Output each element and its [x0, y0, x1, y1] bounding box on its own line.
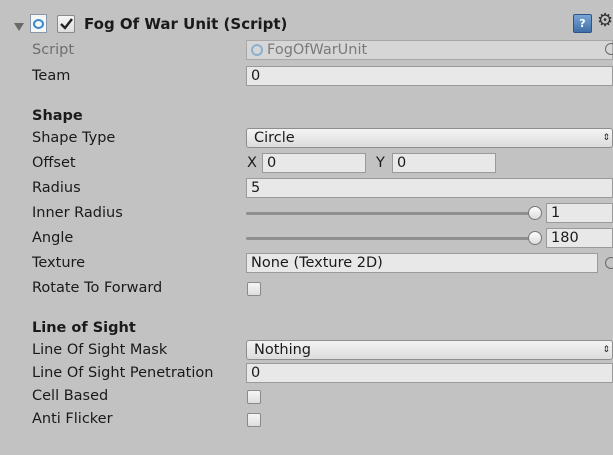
line-of-sight-penetration-label: Line Of Sight Penetration: [32, 365, 214, 381]
rotate-to-forward-label: Rotate To Forward: [32, 280, 163, 296]
cell-based-label: Cell Based: [32, 388, 109, 404]
line-of-sight-mask-dropdown[interactable]: Nothing ⇕: [246, 340, 613, 360]
offset-label: Offset: [32, 155, 76, 171]
line-of-sight-mask-label: Line Of Sight Mask: [32, 342, 168, 358]
radius-label: Radius: [32, 180, 81, 196]
team-field[interactable]: 0: [246, 66, 613, 86]
shape-section-header: Shape: [32, 108, 83, 124]
component-title: Fog Of War Unit (Script): [84, 15, 288, 33]
offset-x-field[interactable]: 0: [262, 153, 366, 173]
gear-icon[interactable]: ⚙: [597, 11, 613, 31]
line-of-sight-section-header: Line of Sight: [32, 320, 136, 336]
shape-type-value: Circle: [254, 130, 295, 146]
team-label: Team: [32, 68, 71, 84]
offset-y-label: Y: [376, 155, 385, 171]
inner-radius-slider-thumb[interactable]: [528, 206, 542, 220]
script-icon: [30, 14, 47, 33]
foldout-triangle-icon[interactable]: [14, 20, 24, 36]
angle-slider-track[interactable]: [246, 237, 536, 240]
texture-field[interactable]: None (Texture 2D): [246, 253, 598, 273]
offset-y-field[interactable]: 0: [392, 153, 496, 173]
anti-flicker-checkbox[interactable]: [247, 413, 261, 427]
inner-radius-field[interactable]: 1: [546, 203, 613, 223]
object-picker-icon[interactable]: [605, 43, 613, 55]
texture-label: Texture: [32, 255, 86, 271]
angle-label: Angle: [32, 230, 74, 246]
up-down-arrows-icon: ⇕: [602, 133, 610, 143]
script-label: Script: [32, 42, 75, 58]
anti-flicker-label: Anti Flicker: [32, 411, 113, 427]
angle-field[interactable]: 180: [546, 228, 613, 248]
component-enabled-checkbox[interactable]: [57, 15, 75, 33]
cell-based-checkbox[interactable]: [247, 390, 261, 404]
shape-type-dropdown[interactable]: Circle ⇕: [246, 128, 613, 148]
shape-type-label: Shape Type: [32, 130, 116, 146]
radius-field[interactable]: 5: [246, 178, 613, 198]
script-value: FogOfWarUnit: [267, 42, 368, 58]
inner-radius-slider-track[interactable]: [246, 212, 536, 215]
line-of-sight-penetration-field[interactable]: 0: [246, 363, 613, 383]
offset-x-label: X: [247, 155, 257, 171]
object-picker-icon[interactable]: [605, 257, 613, 269]
inner-radius-label: Inner Radius: [32, 205, 123, 221]
angle-slider-thumb[interactable]: [528, 231, 542, 245]
up-down-arrows-icon: ⇕: [602, 345, 610, 355]
help-book-icon[interactable]: ?: [573, 14, 592, 33]
rotate-to-forward-checkbox[interactable]: [247, 282, 261, 296]
script-field[interactable]: FogOfWarUnit: [246, 40, 613, 60]
script-icon: [251, 44, 263, 56]
line-of-sight-mask-value: Nothing: [254, 342, 312, 358]
